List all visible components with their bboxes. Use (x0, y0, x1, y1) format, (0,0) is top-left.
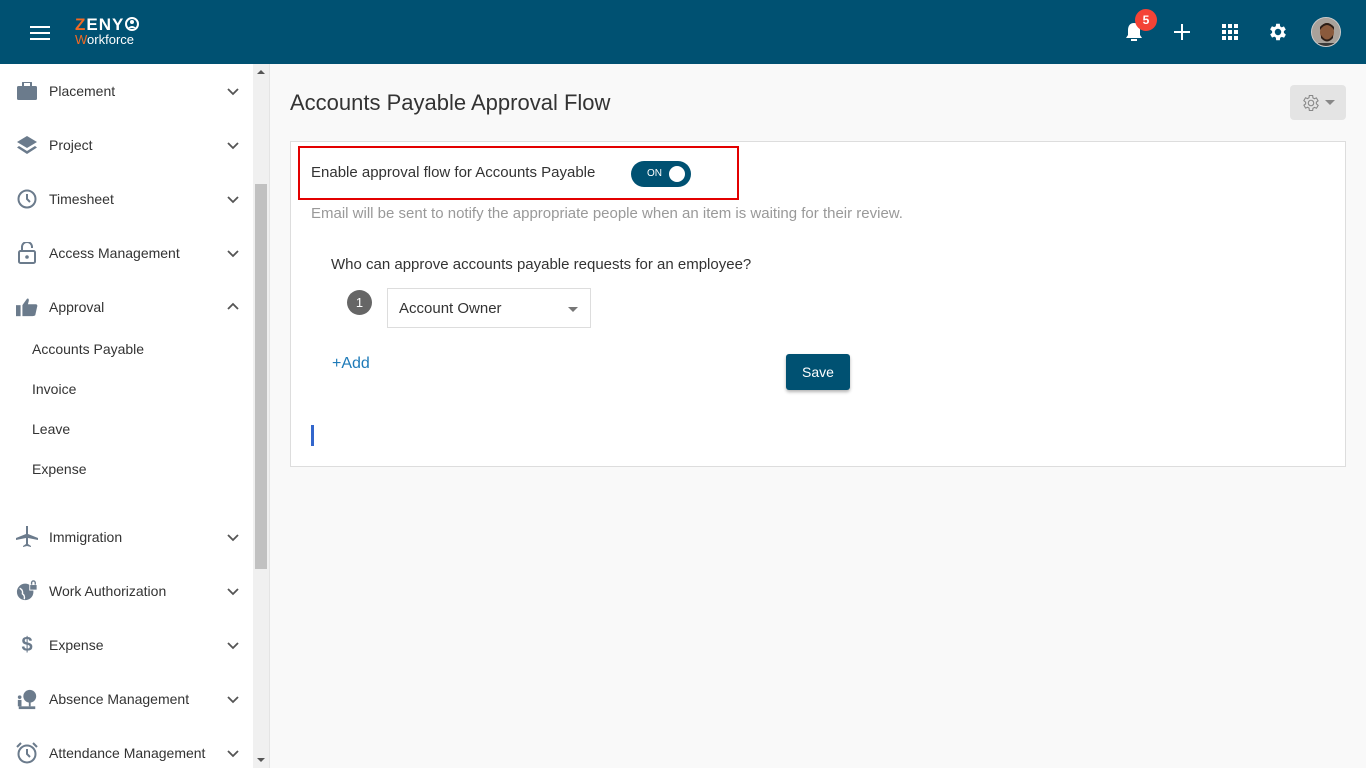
sidebar-item-work-authorization[interactable]: Work Authorization (0, 571, 253, 611)
sidebar-item-label: Expense (49, 637, 104, 653)
sidebar-item-project[interactable]: Project (0, 125, 253, 165)
sidebar-item-access-management[interactable]: Access Management (0, 233, 253, 273)
sidebar-item-absence-management[interactable]: Absence Management (0, 679, 253, 719)
top-bar: ZENY Workforce 5 (0, 0, 1366, 64)
dollar-icon: $ (21, 633, 33, 656)
divider (269, 64, 270, 768)
avatar[interactable] (1311, 17, 1341, 47)
sidebar-item-label: Access Management (49, 245, 180, 261)
approver-select-value: Account Owner (399, 300, 502, 317)
notification-badge: 5 (1135, 9, 1157, 31)
chevron-down-icon (227, 696, 239, 704)
chevron-down-icon (227, 750, 239, 758)
page-title: Accounts Payable Approval Flow (290, 90, 611, 115)
scroll-down-arrow-icon[interactable] (257, 758, 265, 762)
sidebar-item-label: Attendance Management (49, 745, 206, 761)
add-button[interactable] (1168, 18, 1196, 46)
approver-select[interactable]: Account Owner (387, 288, 591, 328)
globe-lock-icon (16, 580, 38, 602)
beach-icon (16, 688, 38, 710)
toggle-knob (669, 166, 685, 182)
sidebar-item-label: Absence Management (49, 691, 190, 707)
chevron-down-icon (227, 588, 239, 596)
save-button[interactable]: Save (786, 354, 850, 390)
sidebar-item-timesheet[interactable]: Timesheet (0, 179, 253, 219)
logo-subtext: orkforce (87, 32, 135, 47)
text-cursor-indicator (311, 425, 314, 446)
sidebar-item-label: Work Authorization (49, 583, 167, 599)
chevron-up-icon (227, 302, 239, 310)
gear-outline-icon (1303, 94, 1319, 111)
scrollbar-thumb[interactable] (255, 184, 267, 569)
scroll-up-arrow-icon[interactable] (257, 70, 265, 74)
enable-approval-label: Enable approval flow for Accounts Payabl… (311, 164, 596, 181)
sidebar-item-placement[interactable]: Placement (0, 71, 253, 111)
toggle-state-label: ON (647, 168, 662, 179)
lock-icon (16, 242, 38, 264)
gear-icon (1270, 23, 1286, 41)
sidebar-subitem-expense[interactable]: Expense (32, 461, 86, 477)
chevron-down-icon (227, 196, 239, 204)
caret-down-icon (1325, 99, 1335, 105)
plus-icon (1174, 24, 1190, 40)
add-approver-link[interactable]: +Add (332, 355, 370, 373)
sidebar-item-attendance-management[interactable]: Attendance Management (0, 733, 253, 768)
user-photo-icon (1312, 18, 1340, 46)
chevron-down-icon (227, 142, 239, 150)
approver-question: Who can approve accounts payable request… (331, 256, 752, 273)
alarm-clock-icon (16, 742, 38, 764)
chevron-down-icon (227, 534, 239, 542)
logo[interactable]: ZENY Workforce (75, 16, 140, 46)
chevron-down-icon (227, 642, 239, 650)
sidebar-item-label: Timesheet (49, 191, 114, 207)
layers-icon (16, 134, 38, 156)
chevron-down-icon (227, 250, 239, 258)
sidebar-item-approval[interactable]: Approval (0, 287, 253, 327)
logo-people-icon (125, 17, 140, 31)
briefcase-icon (16, 80, 38, 102)
apps-button[interactable] (1216, 18, 1244, 46)
sidebar-subitem-leave[interactable]: Leave (32, 421, 70, 437)
sidebar-item-label: Immigration (49, 529, 123, 545)
thumbs-up-icon (16, 296, 38, 318)
chevron-down-icon (227, 88, 239, 96)
sidebar-item-immigration[interactable]: Immigration (0, 517, 253, 557)
sidebar: Placement Project Timesheet Access Manag… (0, 64, 253, 768)
airplane-icon (16, 526, 38, 548)
sidebar-item-label: Approval (49, 299, 105, 315)
page-settings-dropdown[interactable] (1290, 85, 1346, 120)
sidebar-scrollbar[interactable] (253, 64, 269, 768)
apps-grid-icon (1222, 24, 1238, 40)
approver-step-number: 1 (347, 290, 372, 315)
sidebar-item-expense[interactable]: $ Expense (0, 625, 253, 665)
email-note: Email will be sent to notify the appropr… (311, 205, 903, 222)
menu-icon[interactable] (30, 26, 50, 40)
sidebar-item-label: Project (49, 137, 93, 153)
sidebar-subitem-invoice[interactable]: Invoice (32, 381, 76, 397)
sidebar-subitem-accounts-payable[interactable]: Accounts Payable (32, 341, 144, 357)
sidebar-item-label: Placement (49, 83, 116, 99)
settings-button[interactable] (1264, 18, 1292, 46)
clock-icon (16, 188, 38, 210)
caret-down-icon (568, 307, 578, 312)
enable-approval-toggle[interactable]: ON (631, 161, 691, 187)
logo-letter: W (75, 32, 88, 47)
